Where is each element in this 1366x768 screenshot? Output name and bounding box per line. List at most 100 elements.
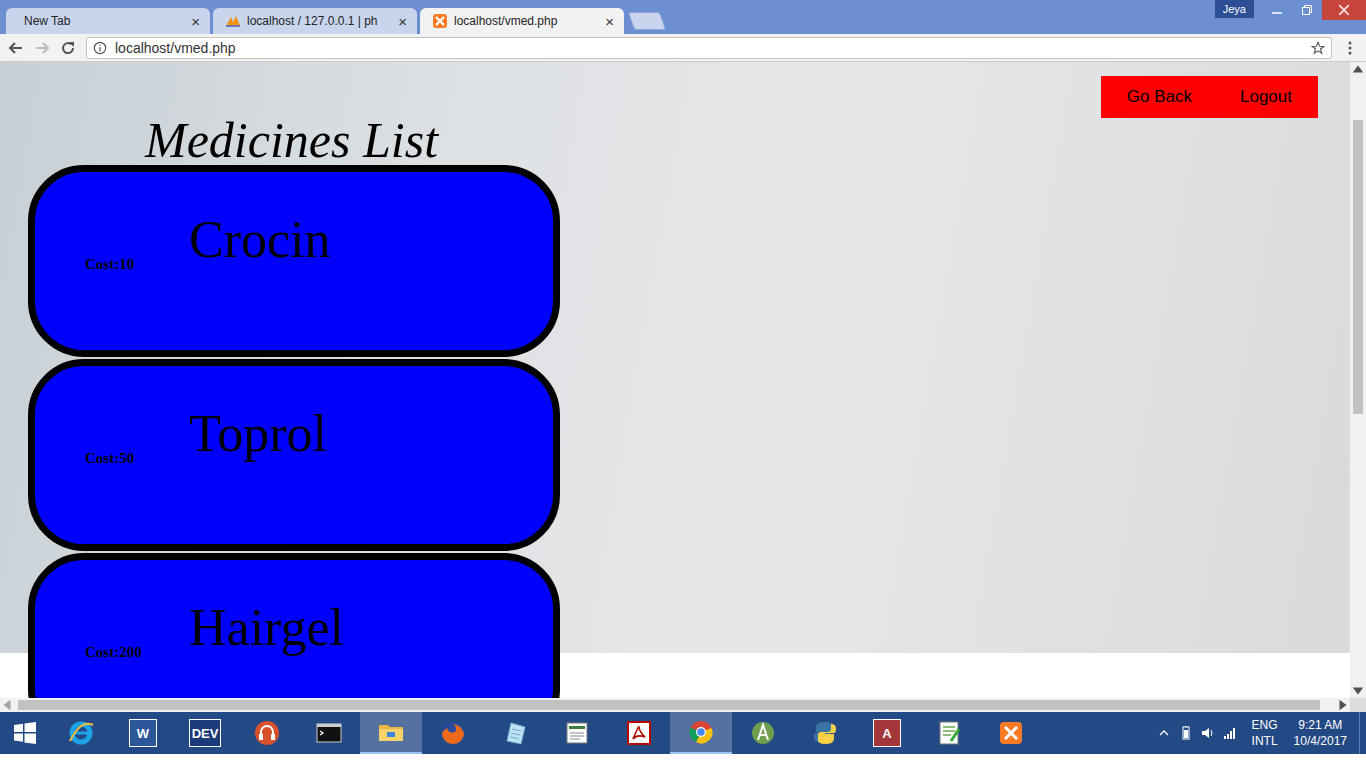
explorer-icon (377, 718, 405, 746)
page-header: Medicines List Go Back Logout (0, 62, 1350, 165)
taskbar-app[interactable] (298, 712, 360, 754)
taskbar-app[interactable] (484, 712, 546, 754)
url-text[interactable]: localhost/vmed.php (115, 40, 1303, 56)
minimize-button[interactable] (1262, 0, 1292, 20)
android-icon (749, 719, 777, 747)
nav-link[interactable]: Logout (1240, 87, 1292, 107)
taskbar-app[interactable] (360, 712, 422, 754)
doc-icon (563, 719, 591, 747)
info-icon[interactable] (93, 41, 107, 55)
nav-link[interactable]: Go Back (1127, 87, 1192, 107)
start-button[interactable] (0, 712, 50, 754)
reload-icon[interactable] (60, 40, 76, 56)
medicine-name: Hairgel (189, 598, 344, 658)
desktop-screen: New Tab×localhost / 127.0.0.1 | ph×local… (0, 0, 1366, 768)
tab-close-button[interactable]: × (603, 13, 616, 30)
vertical-scroll-track[interactable] (1350, 76, 1366, 684)
taskbar-app[interactable] (236, 712, 298, 754)
vertical-scrollbar[interactable] (1350, 62, 1366, 712)
browser-tab[interactable]: New Tab × (6, 8, 210, 34)
taskbar-app[interactable] (546, 712, 608, 754)
medicine-card[interactable]: Cost:200Hairgel (28, 553, 560, 698)
phpmyadmin-icon (225, 13, 241, 29)
clock-time: 9:21 AM (1298, 717, 1342, 733)
notepadpp-icon (935, 719, 963, 747)
browser-toolbar: localhost/vmed.php (0, 34, 1366, 62)
back-arrow-icon[interactable] (8, 40, 24, 56)
medicine-card[interactable]: Cost:50Toprol (28, 359, 560, 551)
scroll-down-icon[interactable] (1351, 684, 1365, 698)
taskbar-app[interactable] (980, 712, 1042, 754)
web-page: Medicines List Go Back Logout Cost:10Crocin… (0, 62, 1350, 698)
scroll-left-icon[interactable] (0, 698, 14, 712)
clock-date: 10/4/2017 (1294, 733, 1347, 749)
taskbar-app[interactable] (918, 712, 980, 754)
restore-button[interactable] (1292, 0, 1322, 20)
medicine-cost: Cost:50 (85, 449, 189, 467)
page-title: Medicines List (145, 115, 438, 165)
browser-tab[interactable]: localhost / 127.0.0.1 | ph × (213, 8, 417, 34)
tab-close-button[interactable]: × (396, 13, 409, 30)
taskbar-app[interactable] (670, 712, 732, 754)
taskbar-app[interactable]: DEV (174, 712, 236, 754)
minimize-icon (1272, 5, 1282, 15)
medicine-name: Crocin (189, 210, 331, 270)
cmd-icon (315, 719, 343, 747)
show-hidden-icons-icon[interactable] (1156, 725, 1172, 741)
tab-strip: New Tab×localhost / 127.0.0.1 | ph×local… (0, 0, 1366, 34)
medicine-card[interactable]: Cost:10Crocin (28, 165, 560, 357)
new-tab-button[interactable] (628, 12, 667, 30)
xampp-icon (432, 13, 448, 29)
profile-badge[interactable]: Jeya (1215, 0, 1254, 18)
bookmark-star-icon[interactable] (1311, 41, 1325, 55)
taskbar-app[interactable]: A (856, 712, 918, 754)
word-icon: W (129, 719, 157, 747)
scroll-up-icon[interactable] (1351, 62, 1365, 76)
scroll-right-icon[interactable] (1336, 698, 1350, 712)
devcpp-icon: DEV (189, 719, 222, 747)
input-language[interactable]: ENGINTL (1252, 717, 1278, 749)
scrollbar-corner (1350, 698, 1366, 712)
medicine-cost: Cost:10 (85, 255, 189, 273)
medicine-name: Toprol (189, 404, 327, 464)
browser-tab[interactable]: localhost/vmed.php × (420, 8, 624, 34)
firefox-icon (439, 719, 467, 747)
volume-icon[interactable] (1200, 725, 1216, 741)
notepad-icon (501, 719, 529, 747)
medicine-cost: Cost:200 (85, 643, 189, 661)
vertical-scroll-thumb[interactable] (1353, 120, 1363, 414)
tab-list: New Tab×localhost / 127.0.0.1 | ph×local… (0, 8, 663, 34)
taskbar-app[interactable] (608, 712, 670, 754)
close-button[interactable] (1322, 0, 1366, 20)
python-icon (811, 719, 839, 747)
taskbar-app[interactable] (50, 712, 112, 754)
acrobat-icon (625, 719, 653, 747)
nav-bar: Go Back Logout (1101, 76, 1318, 118)
language-code: ENG (1252, 717, 1278, 733)
keyboard-layout: INTL (1252, 733, 1278, 749)
chrome-icon (687, 718, 715, 746)
battery-icon[interactable] (1178, 725, 1194, 741)
tab-label: localhost / 127.0.0.1 | ph (247, 14, 390, 28)
page-viewport: Medicines List Go Back Logout Cost:10Crocin… (0, 62, 1366, 712)
xampp-icon (997, 719, 1025, 747)
horizontal-scroll-thumb[interactable] (18, 700, 1320, 710)
tab-close-button[interactable]: × (189, 13, 202, 30)
window-controls: Jeya (1215, 0, 1366, 20)
address-bar[interactable]: localhost/vmed.php (86, 37, 1332, 59)
clock[interactable]: 9:21 AM10/4/2017 (1294, 717, 1347, 749)
tab-label: localhost/vmed.php (454, 14, 597, 28)
network-signal-icon[interactable] (1222, 725, 1238, 741)
horizontal-scrollbar[interactable] (0, 698, 1350, 712)
system-tray: ENGINTL 9:21 AM10/4/2017 (1156, 712, 1366, 754)
close-icon (1339, 5, 1349, 15)
page-column: Medicines List Go Back Logout Cost:10Crocin… (0, 62, 1350, 712)
taskbar-app[interactable] (422, 712, 484, 754)
taskbar-app[interactable] (794, 712, 856, 754)
show-desktop-button[interactable] (1359, 712, 1366, 754)
menu-dots-icon[interactable] (1342, 40, 1358, 56)
forward-arrow-icon[interactable] (34, 40, 50, 56)
taskbar-app[interactable]: W (112, 712, 174, 754)
taskbar-app[interactable] (732, 712, 794, 754)
tab-label: New Tab (24, 14, 183, 28)
